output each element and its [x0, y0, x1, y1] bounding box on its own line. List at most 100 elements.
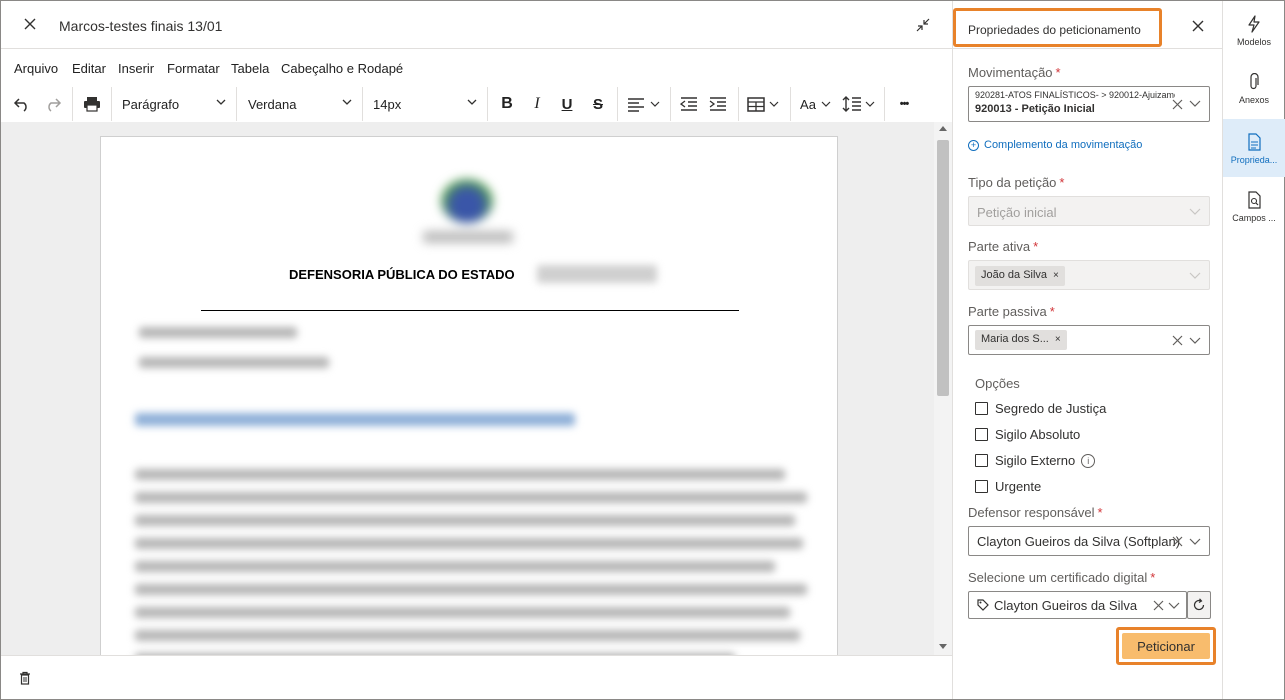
clear-icon[interactable]: [1172, 335, 1183, 346]
add-circle-icon: +: [968, 139, 979, 151]
header-divider: [201, 310, 739, 311]
rail-label: Modelos: [1236, 37, 1272, 47]
indent-icon: [709, 97, 726, 111]
toolbar-separator: [362, 87, 363, 121]
rail-item-propriedades[interactable]: Proprieda...: [1223, 119, 1285, 177]
close-icon[interactable]: [1191, 19, 1205, 33]
toolbar-separator: [111, 87, 112, 121]
menu-inserir[interactable]: Inserir: [118, 61, 154, 76]
align-button[interactable]: [627, 93, 661, 115]
checkbox-segredo-justica[interactable]: Segredo de Justiça: [975, 401, 1106, 416]
vertical-scrollbar[interactable]: [934, 122, 952, 655]
checkbox[interactable]: [975, 454, 988, 467]
peticionar-button[interactable]: Peticionar: [1122, 633, 1210, 659]
parte-passiva-select[interactable]: Maria dos S... ×: [968, 325, 1210, 355]
panel-title-highlight: Propriedades do peticionamento: [953, 8, 1162, 47]
toolbar-separator: [72, 87, 73, 121]
align-left-icon: [628, 98, 660, 112]
movimentacao-label: Movimentação *: [968, 65, 1061, 80]
document-page[interactable]: DEFENSORIA PÚBLICA DO ESTADO: [100, 136, 838, 655]
undo-icon: [13, 98, 27, 112]
text-case-button[interactable]: Aa: [800, 93, 832, 115]
scroll-up-icon[interactable]: [939, 126, 947, 131]
format-toolbar: Parágrafo Verdana 14px B I U S Aa •••: [1, 87, 952, 121]
parte-ativa-tag: João da Silva ×: [975, 266, 1065, 286]
toolbar-separator: [884, 87, 885, 121]
redo-button[interactable]: [43, 93, 63, 115]
menu-arquivo[interactable]: Arquivo: [14, 61, 58, 76]
logo-emblem: [441, 179, 493, 223]
checkbox[interactable]: [975, 428, 988, 441]
complemento-link[interactable]: + Complemento da movimentação: [968, 139, 1142, 151]
submit-highlight: Peticionar: [1116, 627, 1216, 665]
info-icon[interactable]: i: [1081, 453, 1096, 468]
redacted-text: [135, 492, 807, 503]
checkbox-sigilo-externo[interactable]: Sigilo Externo i: [975, 453, 1096, 468]
indent-button[interactable]: [708, 93, 728, 115]
print-icon: [84, 97, 100, 112]
remove-tag-icon[interactable]: ×: [1055, 334, 1061, 345]
toolbar-separator: [670, 87, 671, 121]
menu-tabela[interactable]: Tabela: [231, 61, 269, 76]
properties-panel: Propriedades do peticionamento Movimenta…: [952, 1, 1223, 699]
close-icon[interactable]: [21, 15, 39, 33]
refresh-button[interactable]: [1187, 591, 1211, 619]
editor-pane: Marcos-testes finais 13/01 Arquivo Edita…: [1, 1, 952, 699]
checkbox-sigilo-absoluto[interactable]: Sigilo Absoluto: [975, 427, 1080, 442]
chevron-down-icon: [1189, 337, 1201, 344]
chevron-down-icon: [1189, 100, 1201, 107]
panel-title: Propriedades do peticionamento: [968, 23, 1141, 37]
redo-icon: [48, 98, 62, 112]
more-button[interactable]: •••: [893, 93, 915, 115]
rail-item-modelos[interactable]: Modelos: [1223, 1, 1285, 59]
movimentacao-select[interactable]: 920281-ATOS FINALÍSTICOS- > 920012-Ajuiz…: [968, 86, 1210, 122]
line-height-button[interactable]: [842, 93, 876, 115]
strikethrough-button[interactable]: S: [588, 93, 608, 115]
rail-item-campos[interactable]: Campos ...: [1223, 177, 1285, 235]
checkbox-label: Sigilo Absoluto: [995, 427, 1081, 442]
collapse-icon[interactable]: [915, 17, 931, 33]
font-size-select[interactable]: 14px: [373, 93, 477, 115]
checkbox-urgente[interactable]: Urgente: [975, 479, 1041, 494]
print-button[interactable]: [81, 93, 103, 115]
parte-passiva-label: Parte passiva *: [968, 304, 1055, 319]
chevron-down-icon: [1189, 208, 1201, 215]
checkbox-label: Urgente: [995, 479, 1042, 494]
document-canvas: DEFENSORIA PÚBLICA DO ESTADO: [1, 122, 952, 655]
outdent-icon: [680, 97, 697, 111]
organization-logo: [423, 175, 513, 255]
scroll-thumb[interactable]: [937, 140, 949, 396]
document-properties-icon: [1248, 133, 1261, 151]
font-family-select[interactable]: Verdana: [248, 93, 352, 115]
bold-button[interactable]: B: [497, 93, 517, 115]
underline-button[interactable]: U: [557, 93, 577, 115]
defensor-label: Defensor responsável *: [968, 505, 1103, 520]
outdent-button[interactable]: [679, 93, 699, 115]
menu-formatar[interactable]: Formatar: [167, 61, 220, 76]
checkbox[interactable]: [975, 402, 988, 415]
clear-icon[interactable]: [1153, 600, 1164, 611]
defensor-select[interactable]: Clayton Gueiros da Silva (Softplan): [968, 526, 1210, 556]
checkbox[interactable]: [975, 480, 988, 493]
scroll-down-icon[interactable]: [939, 644, 947, 649]
chevron-down-icon: [1189, 538, 1201, 545]
menu-cabecalho-rodape[interactable]: Cabeçalho e Rodapé: [281, 61, 403, 76]
table-button[interactable]: [747, 93, 781, 115]
chevron-down-icon: [342, 99, 352, 105]
tipo-peticao-value: Petição inicial: [977, 205, 1057, 220]
parte-ativa-select: João da Silva ×: [968, 260, 1210, 290]
editor-titlebar: Marcos-testes finais 13/01: [1, 1, 952, 49]
certificado-select[interactable]: Clayton Gueiros da Silva: [968, 591, 1187, 619]
rail-item-anexos[interactable]: Anexos: [1223, 59, 1285, 117]
italic-button[interactable]: I: [527, 93, 547, 115]
line-height-icon: [842, 96, 875, 112]
paragraph-style-select[interactable]: Parágrafo: [122, 93, 226, 115]
undo-button[interactable]: [12, 93, 32, 115]
trash-icon[interactable]: [19, 671, 31, 685]
menu-editar[interactable]: Editar: [72, 61, 106, 76]
clear-icon[interactable]: [1172, 536, 1183, 547]
redacted-text: [537, 265, 657, 283]
clear-icon[interactable]: [1172, 99, 1183, 110]
logo-caption: [423, 231, 513, 243]
certificado-label: Selecione um certificado digital *: [968, 570, 1156, 585]
